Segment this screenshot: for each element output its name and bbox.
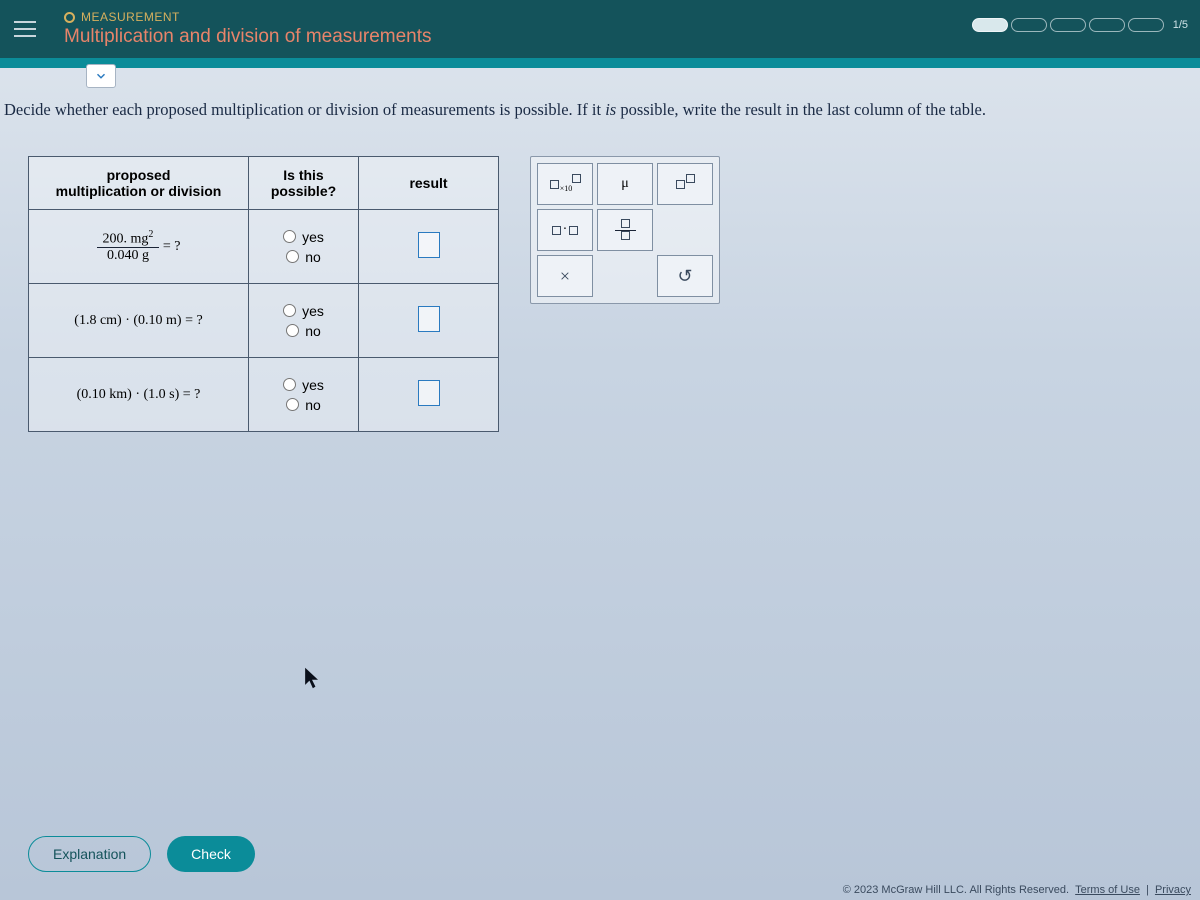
- progress-meter: 1/5: [972, 18, 1188, 32]
- result-input[interactable]: [418, 380, 440, 406]
- col-header-possible: Is thispossible?: [249, 157, 359, 210]
- progress-count: 1/5: [1173, 19, 1188, 31]
- footer: © 2023 McGraw Hill LLC. All Rights Reser…: [843, 884, 1194, 896]
- table-row: (1.8 cm) · (0.10 m) = ? yes no: [29, 284, 499, 358]
- input-palette: ×10 μ · × ↺: [530, 156, 720, 304]
- expression-cell: (1.8 cm) · (0.10 m) = ?: [29, 284, 249, 358]
- no-label[interactable]: no: [305, 249, 321, 265]
- yes-label[interactable]: yes: [302, 377, 324, 393]
- no-radio[interactable]: [286, 324, 299, 337]
- yes-radio[interactable]: [283, 230, 296, 243]
- no-radio[interactable]: [286, 398, 299, 411]
- possible-cell: yes no: [249, 210, 359, 284]
- progress-seg: [972, 18, 1008, 32]
- progress-seg: [1050, 18, 1086, 32]
- multiply-dot-button[interactable]: ·: [537, 209, 593, 251]
- breadcrumb: MEASUREMENT: [64, 10, 432, 24]
- no-label[interactable]: no: [305, 397, 321, 413]
- measurement-table: proposedmultiplication or division Is th…: [28, 156, 499, 432]
- menu-icon[interactable]: [14, 21, 36, 37]
- result-input[interactable]: [418, 232, 440, 258]
- exponent-button[interactable]: [657, 163, 713, 205]
- yes-label[interactable]: yes: [302, 303, 324, 319]
- cursor-icon: [303, 666, 321, 690]
- privacy-link[interactable]: Privacy: [1155, 884, 1191, 896]
- ring-icon: [64, 12, 75, 23]
- possible-cell: yes no: [249, 358, 359, 432]
- possible-cell: yes no: [249, 284, 359, 358]
- check-button[interactable]: Check: [167, 836, 255, 872]
- copyright: © 2023 McGraw Hill LLC. All Rights Reser…: [843, 884, 1069, 896]
- page-title: Multiplication and division of measureme…: [64, 26, 432, 48]
- progress-seg: [1011, 18, 1047, 32]
- clear-button[interactable]: ×: [537, 255, 593, 297]
- progress-seg: [1128, 18, 1164, 32]
- top-bar: MEASUREMENT Multiplication and division …: [0, 0, 1200, 58]
- sci-notation-button[interactable]: ×10: [537, 163, 593, 205]
- yes-label[interactable]: yes: [302, 229, 324, 245]
- result-input[interactable]: [418, 306, 440, 332]
- expression-cell: (0.10 km) · (1.0 s) = ?: [29, 358, 249, 432]
- table-row: (0.10 km) · (1.0 s) = ? yes no: [29, 358, 499, 432]
- no-radio[interactable]: [286, 250, 299, 263]
- result-cell: [359, 284, 499, 358]
- table-row: 200. mg20.040 g = ? yes no: [29, 210, 499, 284]
- instruction-post: possible, write the result in the last c…: [616, 100, 986, 119]
- yes-radio[interactable]: [283, 304, 296, 317]
- title-block: MEASUREMENT Multiplication and division …: [64, 10, 432, 48]
- expression-cell: 200. mg20.040 g = ?: [29, 210, 249, 284]
- action-bar: Explanation Check: [28, 836, 255, 872]
- col-header-result: result: [359, 157, 499, 210]
- explanation-button[interactable]: Explanation: [28, 836, 151, 872]
- progress-seg: [1089, 18, 1125, 32]
- instruction-pre: Decide whether each proposed multiplicat…: [4, 100, 605, 119]
- instruction-em: is: [605, 100, 616, 119]
- fraction-button[interactable]: [597, 209, 653, 251]
- col-header-proposed: proposedmultiplication or division: [29, 157, 249, 210]
- mu-button[interactable]: μ: [597, 163, 653, 205]
- terms-link[interactable]: Terms of Use: [1075, 884, 1140, 896]
- collapse-toggle[interactable]: [86, 64, 116, 88]
- category-label: MEASUREMENT: [81, 10, 180, 24]
- instruction-text: Decide whether each proposed multiplicat…: [4, 100, 1196, 120]
- accent-strip: [0, 58, 1200, 68]
- yes-radio[interactable]: [283, 378, 296, 391]
- result-cell: [359, 358, 499, 432]
- undo-button[interactable]: ↺: [657, 255, 713, 297]
- no-label[interactable]: no: [305, 323, 321, 339]
- result-cell: [359, 210, 499, 284]
- chevron-down-icon: [94, 69, 108, 83]
